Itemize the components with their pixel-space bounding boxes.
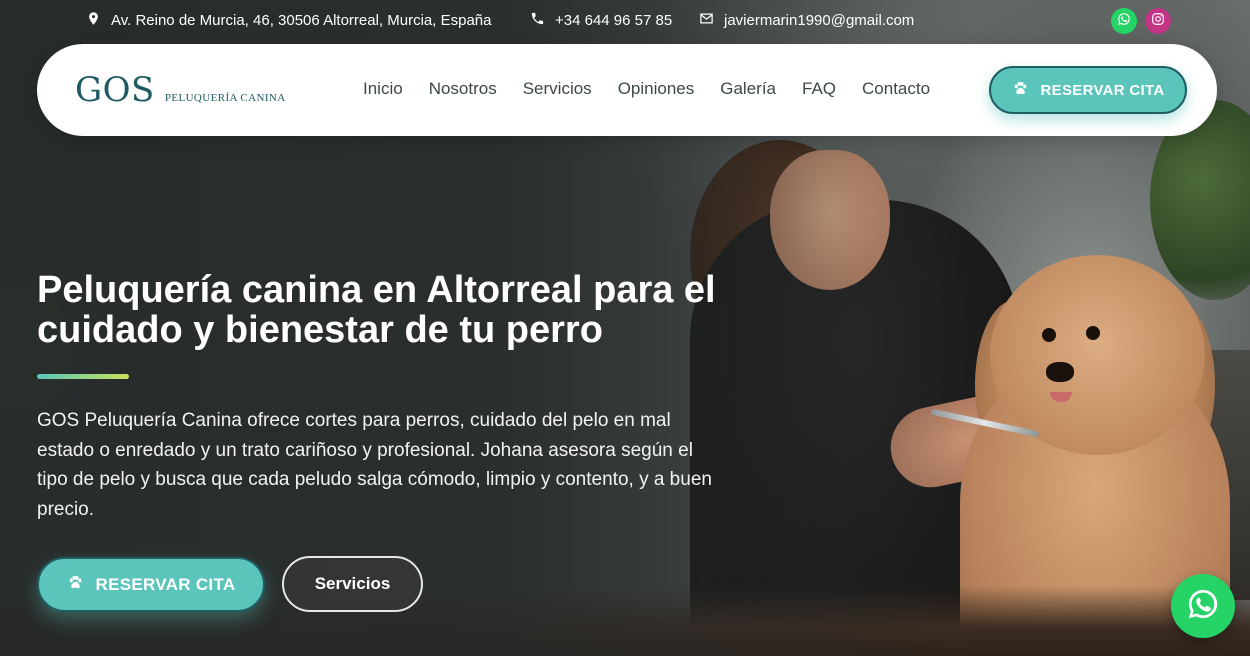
nav-link-contacto[interactable]: Contacto (862, 79, 930, 99)
hero-secondary-label: Servicios (314, 574, 391, 593)
hero-primary-label: RESERVAR CITA (95, 574, 236, 594)
whatsapp-icon (1186, 587, 1220, 626)
nav-link-faq[interactable]: FAQ (802, 79, 836, 99)
nav-link-servicios[interactable]: Servicios (523, 79, 592, 99)
paw-icon (67, 574, 84, 596)
nav-link-inicio[interactable]: Inicio (363, 79, 403, 99)
nav-link-nosotros[interactable]: Nosotros (429, 79, 497, 99)
topbar-phone[interactable]: +34 644 96 57 85 (530, 11, 672, 30)
phone-icon (530, 11, 545, 30)
nav-link-galeria[interactable]: Galería (720, 79, 776, 99)
main-header: GOS Peluquería Canina Inicio Nosotros Se… (37, 44, 1217, 136)
site-logo[interactable]: GOS Peluquería Canina (75, 70, 286, 110)
nav-link-opiniones[interactable]: Opiniones (618, 79, 695, 99)
header-book-appointment-button[interactable]: RESERVAR CITA (989, 66, 1187, 114)
main-nav: Inicio Nosotros Servicios Opiniones Gale… (363, 79, 930, 99)
topbar: Av. Reino de Murcia, 46, 30506 Altorreal… (0, 0, 1250, 42)
location-pin-icon (86, 11, 101, 30)
whatsapp-floating-button[interactable] (1171, 574, 1235, 638)
email-icon (699, 11, 714, 30)
hero-book-appointment-button[interactable]: RESERVAR CITA (37, 557, 265, 612)
address-text: Av. Reino de Murcia, 46, 30506 Altorreal… (111, 12, 492, 29)
logo-wordmark: GOS (75, 70, 155, 110)
hero-description: GOS Peluquería Canina ofrece cortes para… (37, 410, 712, 520)
topbar-address[interactable]: Av. Reino de Murcia, 46, 30506 Altorreal… (86, 11, 492, 30)
header-cta-label: RESERVAR CITA (1040, 81, 1165, 99)
logo-tagline: Peluquería Canina (164, 92, 286, 104)
phone-text: +34 644 96 57 85 (555, 12, 673, 29)
topbar-email[interactable]: javiermarin1990@gmail.com (699, 11, 914, 30)
whatsapp-social-link[interactable] (1111, 8, 1137, 34)
hero-title: Peluquería canina en Altorreal para el c… (37, 269, 716, 351)
instagram-social-link[interactable] (1145, 8, 1171, 34)
email-text: javiermarin1990@gmail.com (724, 12, 915, 29)
whatsapp-icon (1117, 12, 1131, 30)
title-accent-divider (37, 374, 129, 379)
instagram-icon (1151, 12, 1165, 30)
paw-icon (1012, 80, 1029, 101)
hero-services-button[interactable]: Servicios (282, 556, 423, 612)
